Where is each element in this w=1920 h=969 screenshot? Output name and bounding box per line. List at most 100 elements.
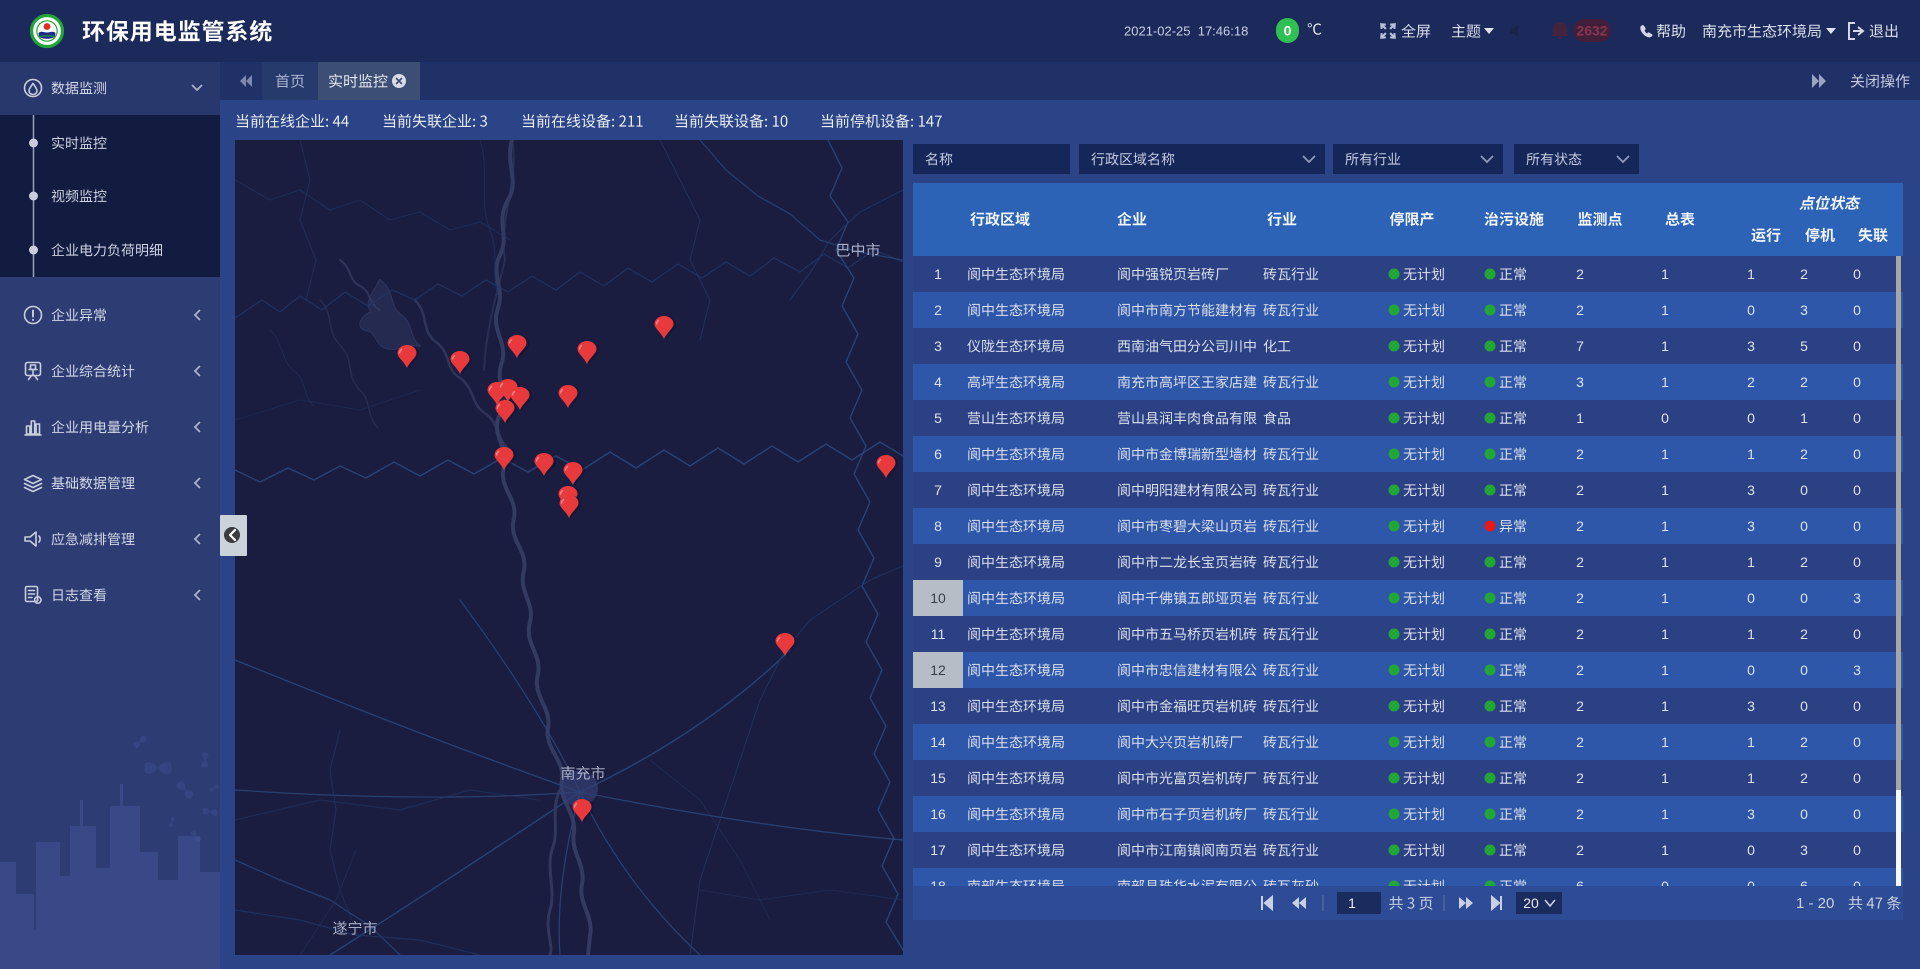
svg-text:3: 3 [1747,698,1755,714]
svg-text:9: 9 [934,554,942,570]
svg-text:1: 1 [1661,554,1669,570]
svg-text:0: 0 [1853,770,1861,786]
svg-text:3: 3 [1800,302,1808,318]
svg-text:1: 1 [1747,266,1755,282]
svg-text:3: 3 [934,338,942,354]
svg-text:1: 1 [1661,698,1669,714]
svg-text:2: 2 [1800,266,1808,282]
svg-text:0: 0 [1284,22,1292,38]
svg-text:3: 3 [1800,842,1808,858]
svg-text:0: 0 [1747,302,1755,318]
svg-text:0: 0 [1853,446,1861,462]
svg-text:3: 3 [1747,806,1755,822]
svg-text:3: 3 [1853,662,1861,678]
svg-text:2: 2 [1576,662,1584,678]
svg-text:1: 1 [1661,590,1669,606]
svg-text:2: 2 [1576,770,1584,786]
svg-text:8: 8 [934,518,942,534]
svg-text:2: 2 [1576,518,1584,534]
svg-text:2: 2 [1800,374,1808,390]
svg-text:0: 0 [1800,518,1808,534]
svg-text:2: 2 [1576,302,1584,318]
svg-text:11: 11 [931,626,946,642]
svg-text:1: 1 [1747,734,1755,750]
svg-text:2: 2 [1576,698,1584,714]
svg-text:7: 7 [1576,338,1584,354]
svg-text:0: 0 [1800,698,1808,714]
svg-text:15: 15 [930,770,946,786]
svg-text:2: 2 [1576,554,1584,570]
svg-text:2: 2 [1800,446,1808,462]
svg-text:16: 16 [930,806,946,822]
svg-text:2021-02-25 17:46:18: 2021-02-25 17:46:18 [1124,24,1248,39]
svg-text:2: 2 [1576,626,1584,642]
svg-text:2: 2 [1576,842,1584,858]
svg-text:3: 3 [1747,338,1755,354]
svg-text:3: 3 [1747,518,1755,534]
svg-text:1: 1 [1661,266,1669,282]
svg-text:5: 5 [934,410,942,426]
svg-text:0: 0 [1853,698,1861,714]
svg-text:0: 0 [1853,842,1861,858]
svg-text:2: 2 [1576,590,1584,606]
svg-text:0: 0 [1853,410,1861,426]
svg-text:1: 1 [1576,410,1584,426]
svg-text:0: 0 [1853,374,1861,390]
svg-text:2: 2 [1576,734,1584,750]
svg-text:0: 0 [1800,482,1808,498]
svg-text:0: 0 [1747,842,1755,858]
svg-text:2: 2 [1747,374,1755,390]
svg-text:0: 0 [1853,482,1861,498]
svg-text:3: 3 [1853,590,1861,606]
svg-text:0: 0 [1661,410,1669,426]
svg-text:2: 2 [1800,770,1808,786]
svg-text:2: 2 [1800,554,1808,570]
svg-text:7: 7 [934,482,942,498]
svg-text:0: 0 [1853,266,1861,282]
svg-text:0: 0 [1747,662,1755,678]
svg-text:17: 17 [930,842,946,858]
svg-text:2: 2 [1800,626,1808,642]
svg-text:3: 3 [1747,482,1755,498]
svg-text:1: 1 [1747,554,1755,570]
svg-text:12: 12 [930,662,946,678]
svg-text:2: 2 [1576,266,1584,282]
svg-text:0: 0 [1853,518,1861,534]
svg-text:0: 0 [1800,806,1808,822]
svg-text:13: 13 [930,698,946,714]
svg-text:1: 1 [1661,338,1669,354]
svg-text:1: 1 [1348,895,1356,911]
svg-text:20: 20 [1523,895,1539,911]
svg-text:2: 2 [1576,482,1584,498]
svg-text:0: 0 [1800,662,1808,678]
svg-text:1: 1 [1747,446,1755,462]
svg-text:14: 14 [930,734,946,750]
svg-text:2: 2 [934,302,942,318]
svg-text:1: 1 [1661,518,1669,534]
svg-text:0: 0 [1747,590,1755,606]
svg-text:4: 4 [934,374,942,390]
svg-text:1: 1 [1747,770,1755,786]
svg-text:1: 1 [1661,842,1669,858]
svg-text:1 - 20: 1 - 20 [1796,895,1834,912]
svg-text:1: 1 [1661,662,1669,678]
svg-text:1: 1 [1661,446,1669,462]
svg-text:1: 1 [1800,410,1808,426]
svg-text:6: 6 [934,446,942,462]
svg-text:0: 0 [1853,626,1861,642]
svg-text:1: 1 [934,266,942,282]
svg-text:0: 0 [1853,338,1861,354]
svg-text:1: 1 [1747,626,1755,642]
svg-text:0: 0 [1853,734,1861,750]
svg-text:0: 0 [1800,590,1808,606]
svg-text:1: 1 [1661,374,1669,390]
svg-text:2632: 2632 [1576,22,1607,38]
svg-text:1: 1 [1661,302,1669,318]
svg-text:0: 0 [1853,806,1861,822]
svg-text:0: 0 [1853,554,1861,570]
svg-text:10: 10 [930,590,946,606]
svg-text:2: 2 [1800,734,1808,750]
svg-text:0: 0 [1853,302,1861,318]
svg-text:3: 3 [1576,374,1584,390]
svg-text:0: 0 [1747,410,1755,426]
